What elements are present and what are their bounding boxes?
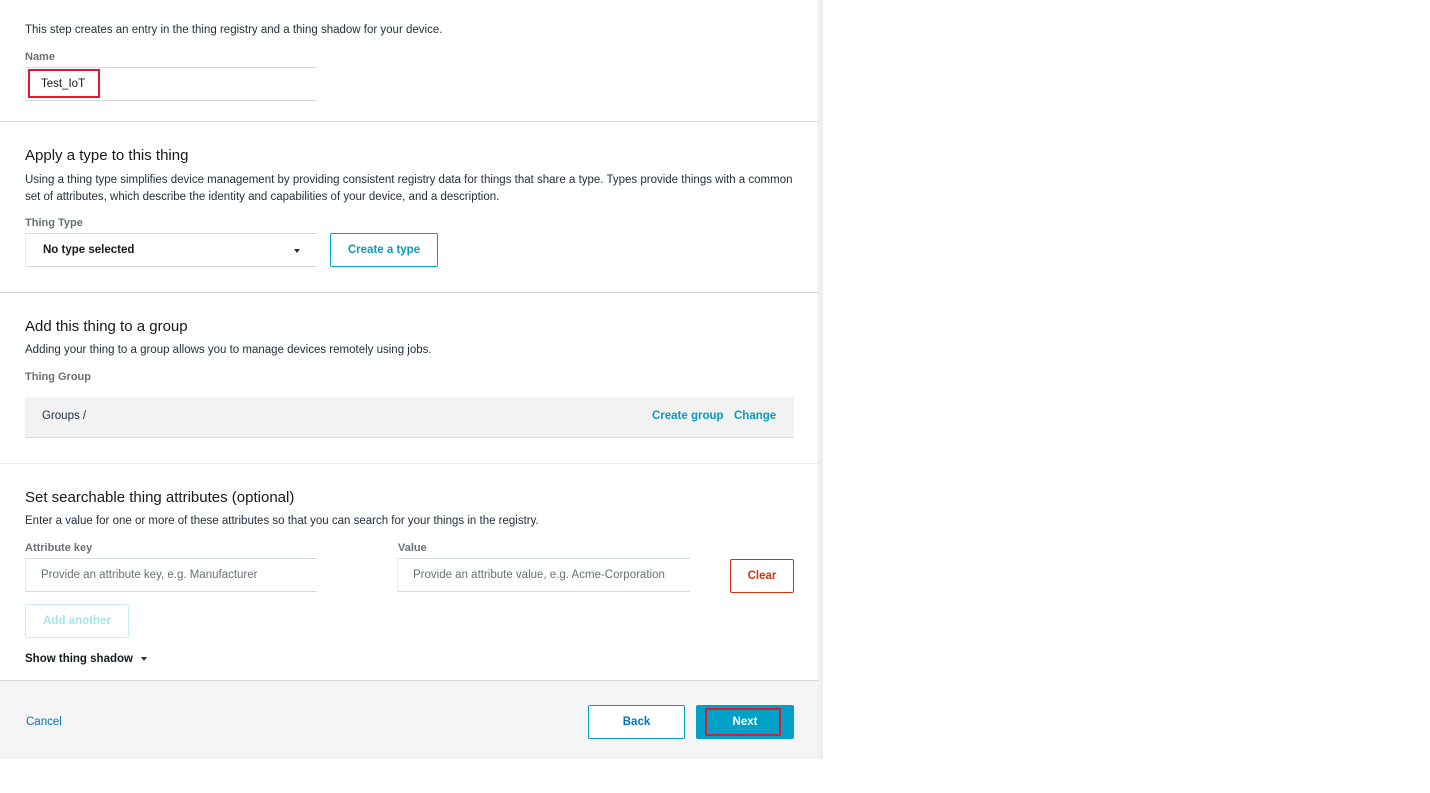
type-heading: Apply a type to this thing xyxy=(25,147,189,164)
group-selector-bar: Groups / Create group Change xyxy=(25,397,794,438)
name-highlight-box xyxy=(28,69,100,98)
intro-description: This step creates an entry in the thing … xyxy=(25,24,443,36)
group-section: Add this thing to a group Adding your th… xyxy=(0,293,818,464)
thing-type-select[interactable]: No type selected xyxy=(25,233,317,267)
wizard-footer: Cancel Back Next xyxy=(0,680,818,759)
back-button[interactable]: Back xyxy=(588,705,685,739)
name-section: This step creates an entry in the thing … xyxy=(0,0,818,122)
create-type-button[interactable]: Create a type xyxy=(330,233,438,267)
attributes-description: Enter a value for one or more of these a… xyxy=(25,515,539,527)
thing-type-label: Thing Type xyxy=(25,217,83,229)
create-thing-panel: This step creates an entry in the thing … xyxy=(0,0,818,759)
attributes-heading: Set searchable thing attributes (optiona… xyxy=(25,489,295,506)
group-description: Adding your thing to a group allows you … xyxy=(25,344,432,356)
group-breadcrumb: Groups / xyxy=(42,410,87,422)
attribute-value-input[interactable]: Provide an attribute value, e.g. Acme-Co… xyxy=(397,558,690,592)
change-group-link[interactable]: Change xyxy=(734,410,776,422)
caret-down-icon xyxy=(140,657,147,661)
group-heading: Add this thing to a group xyxy=(25,318,188,335)
attribute-key-placeholder: Provide an attribute key, e.g. Manufactu… xyxy=(41,569,258,581)
attribute-key-label: Attribute key xyxy=(25,542,93,554)
attribute-value-label: Value xyxy=(398,542,427,554)
thing-type-selected: No type selected xyxy=(43,244,135,256)
name-label: Name xyxy=(25,51,55,63)
cancel-link[interactable]: Cancel xyxy=(26,716,62,728)
attribute-value-placeholder: Provide an attribute value, e.g. Acme-Co… xyxy=(413,569,665,581)
add-another-button[interactable]: Add another xyxy=(25,604,129,638)
create-group-link[interactable]: Create group xyxy=(652,410,724,422)
clear-button[interactable]: Clear xyxy=(730,559,794,593)
show-thing-shadow-toggle[interactable]: Show thing shadow xyxy=(25,653,147,665)
scrollbar-track[interactable] xyxy=(818,0,823,759)
thing-group-label: Thing Group xyxy=(25,371,91,383)
type-description: Using a thing type simplifies device man… xyxy=(25,174,793,203)
type-section: Apply a type to this thing Using a thing… xyxy=(0,122,818,293)
show-thing-shadow-label: Show thing shadow xyxy=(25,653,133,665)
chevron-down-icon xyxy=(294,249,300,253)
next-highlight-box xyxy=(705,708,781,736)
attributes-section: Set searchable thing attributes (optiona… xyxy=(0,464,818,680)
attribute-key-input[interactable]: Provide an attribute key, e.g. Manufactu… xyxy=(25,558,317,592)
